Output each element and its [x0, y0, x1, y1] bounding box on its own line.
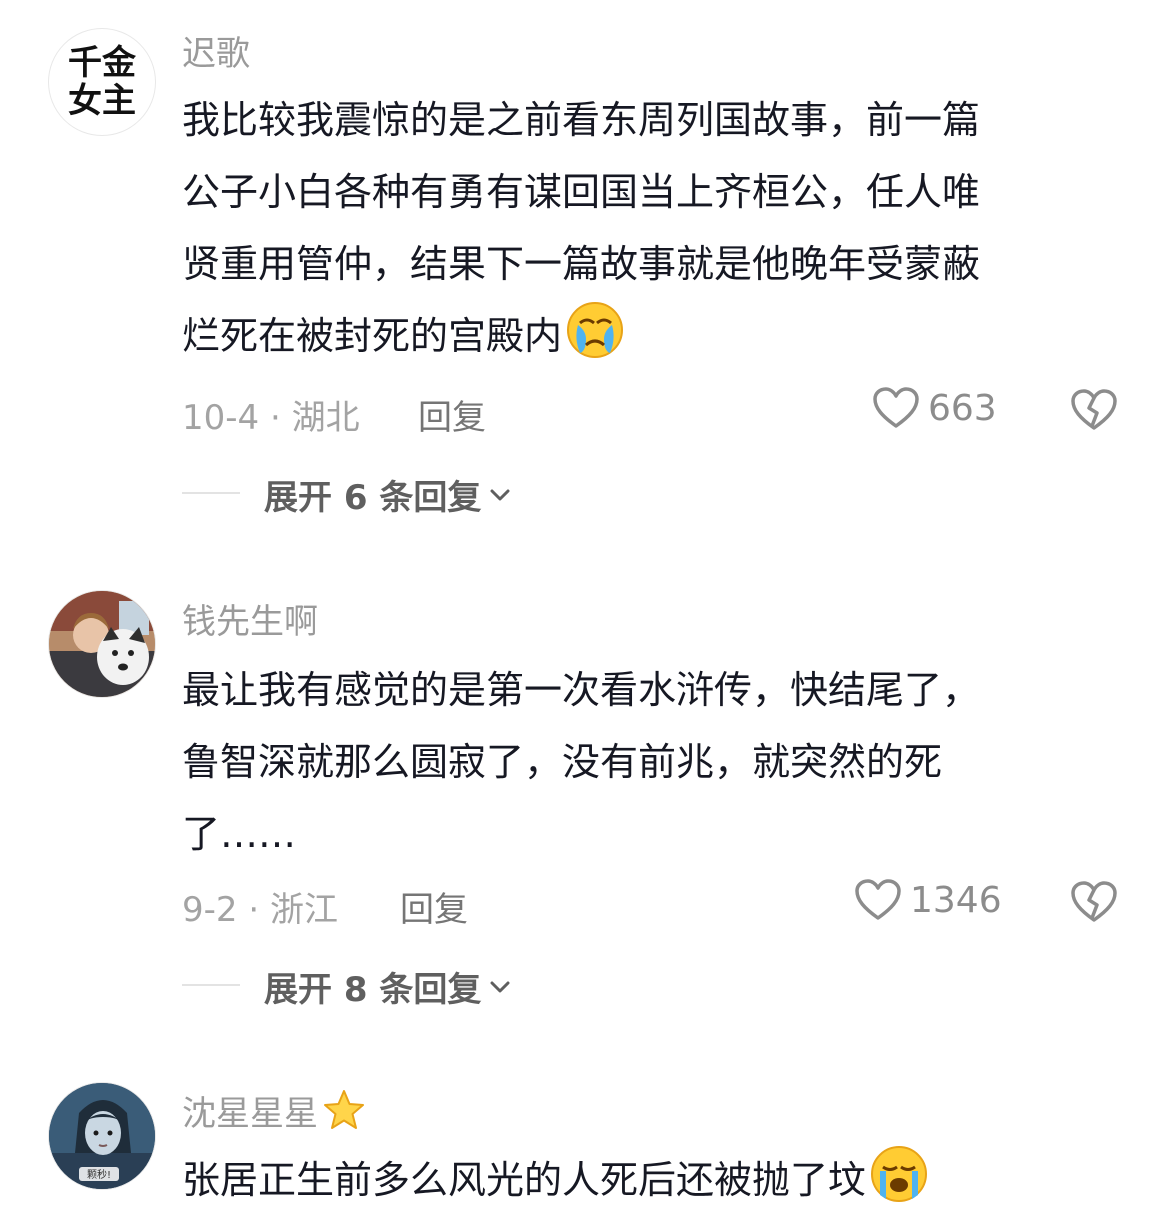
like-button[interactable]: 663 — [872, 386, 997, 430]
crying-face-icon — [566, 301, 624, 382]
divider — [182, 492, 240, 494]
avatar-text-line-1: 千金 — [68, 43, 136, 83]
broken-heart-icon — [1071, 881, 1117, 922]
reply-button[interactable]: 回复 — [400, 882, 468, 931]
comment-line-with-emoji: 烂死在被封死的宫殿内 — [182, 300, 1112, 382]
date-location: 9-2 · 浙江 — [182, 890, 338, 930]
dislike-button[interactable] — [1070, 388, 1118, 436]
avatar-illustration: 颗秒! — [49, 1083, 155, 1189]
dislike-button[interactable] — [1070, 880, 1118, 928]
broken-heart-icon — [1071, 389, 1117, 430]
username: 沈星星星 — [182, 1094, 318, 1134]
comment-text[interactable]: 我比较我震惊的是之前看东周列国故事，前一篇 公子小白各种有勇有谋回国当上齐桓公，… — [182, 84, 1112, 382]
avatar-text-line-2: 女主 — [68, 81, 136, 121]
like-button[interactable]: 1346 — [854, 878, 1002, 922]
expand-replies-button[interactable]: 展开 8 条回复 — [264, 962, 513, 1011]
heart-icon — [873, 387, 919, 428]
like-count: 663 — [928, 387, 997, 429]
avatar-caption: 颗秒! — [87, 1168, 111, 1181]
comment-line: 公子小白各种有勇有谋回国当上齐桓公，任人唯 — [182, 170, 981, 214]
comment-text[interactable]: 张居正生前多么风光的人死后还被抛了坟 — [182, 1144, 1112, 1226]
username[interactable]: 迟歌 — [182, 26, 250, 75]
chevron-down-icon — [490, 981, 510, 992]
avatar[interactable]: 千金 女主 — [48, 28, 156, 136]
username[interactable]: 钱先生啊 — [182, 594, 318, 643]
username-row[interactable]: 沈星星星 — [182, 1086, 366, 1140]
heart-icon — [855, 879, 901, 920]
loudly-crying-face-icon — [870, 1145, 928, 1226]
comment-text[interactable]: 最让我有感觉的是第一次看水浒传，快结尾了， 鲁智深就那么圆寂了，没有前兆，就突然… — [182, 654, 1112, 870]
chevron-down-icon — [490, 489, 510, 500]
comment-line: 贤重用管仲，结果下一篇故事就是他晚年受蒙蔽 — [182, 242, 981, 286]
divider — [182, 984, 240, 986]
expand-replies-button[interactable]: 展开 6 条回复 — [264, 470, 513, 519]
comment-line: 我比较我震惊的是之前看东周列国故事，前一篇 — [182, 98, 981, 142]
comment-line: 鲁智深就那么圆寂了，没有前兆，就突然的死 — [182, 740, 943, 784]
expand-replies-label: 展开 6 条回复 — [264, 478, 482, 518]
reply-button[interactable]: 回复 — [418, 390, 486, 439]
avatar-photo — [49, 591, 155, 697]
date-location: 10-4 · 湖北 — [182, 398, 360, 438]
comment-line-with-emoji: 张居正生前多么风光的人死后还被抛了坟 — [182, 1144, 1112, 1226]
expand-replies-label: 展开 8 条回复 — [264, 970, 482, 1010]
avatar[interactable] — [48, 590, 156, 698]
comment-line: 了…… — [182, 812, 297, 856]
avatar[interactable]: 颗秒! — [48, 1082, 156, 1190]
star-icon — [322, 1089, 366, 1140]
comment-line: 最让我有感觉的是第一次看水浒传，快结尾了， — [182, 668, 981, 712]
like-count: 1346 — [910, 879, 1002, 921]
